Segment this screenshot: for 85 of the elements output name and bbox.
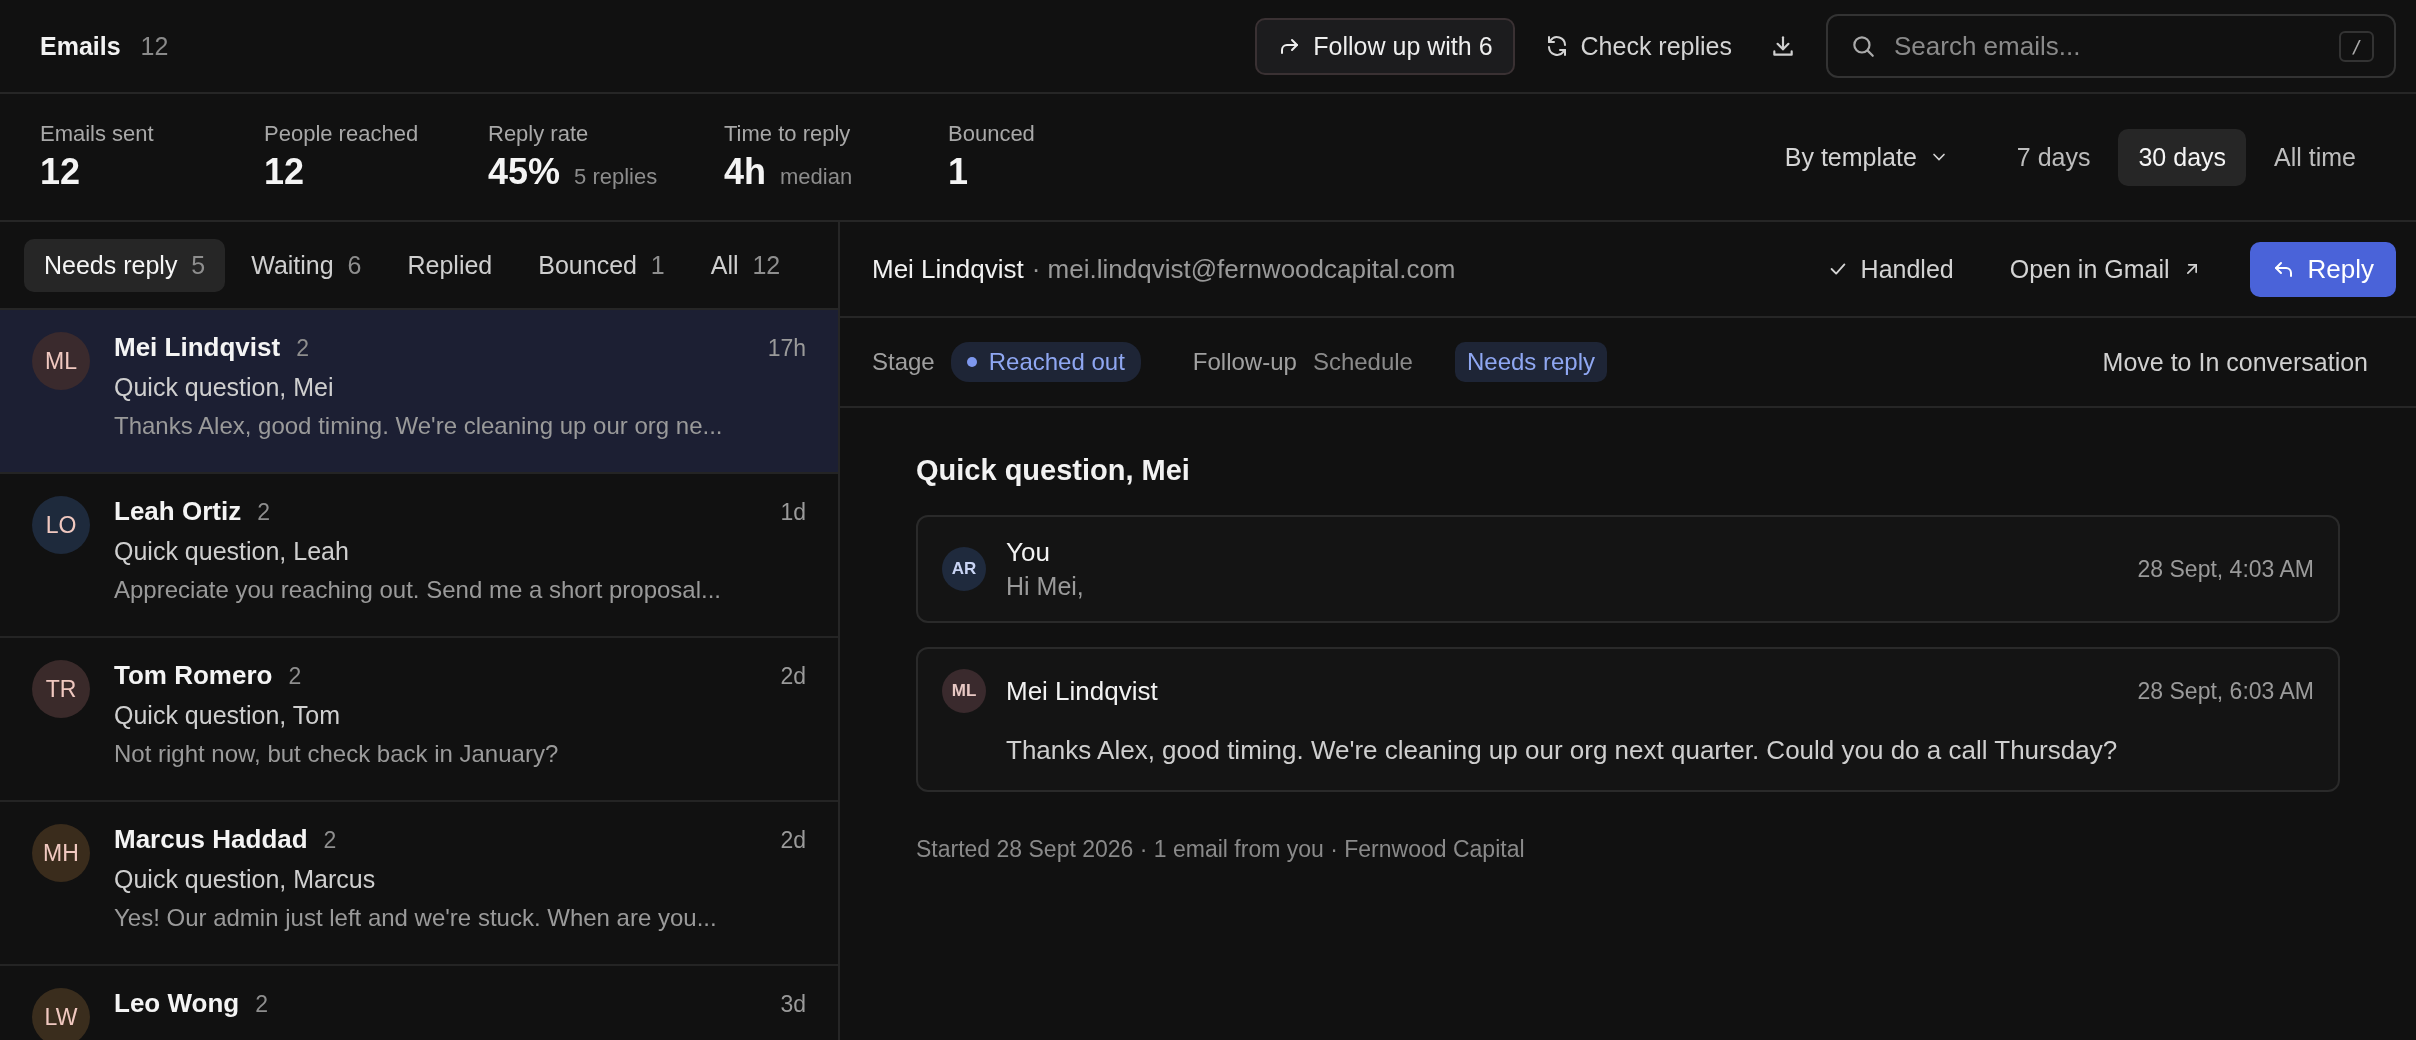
check-replies-button[interactable]: Check replies <box>1536 21 1740 71</box>
message-count: 2 <box>288 663 302 690</box>
shortcut-key: / <box>2339 30 2374 62</box>
message-sender: Mei Lindqvist <box>1006 675 1158 707</box>
filter-tab[interactable]: Replied <box>387 238 513 292</box>
period-tab[interactable]: All time <box>2254 128 2376 186</box>
avatar-initials: ML <box>942 669 986 713</box>
thread-preview: Not right now, but check back in January? <box>114 740 560 768</box>
message-body: Thanks Alex, good timing. We're cleaning up our org next quarter. Could you do a call Thursday? <box>1006 735 2119 766</box>
stat-note: 5 replies <box>574 164 658 190</box>
avatar-initials: MH <box>32 824 90 882</box>
period-tab[interactable]: 7 days <box>1996 128 2111 186</box>
group-by-dropdown[interactable]: By template <box>1776 132 1957 182</box>
search-icon <box>1850 33 1876 59</box>
stat-value: 45% <box>488 151 561 193</box>
handled-button[interactable]: Handled <box>1818 244 1962 294</box>
thread-row[interactable]: LO Leah Ortiz 2 1d Quick question, Leah Appreciate you reaching out. Send me a short proposal... <box>0 474 838 638</box>
thread-time: 2d <box>780 663 806 690</box>
sender-name: Leo Wong <box>114 988 240 1019</box>
thread-preview: Appreciate you reaching out. Send me a short proposal... <box>114 576 723 604</box>
thread-row[interactable]: TR Tom Romero 2 2d Quick question, Tom Not right now, but check back in January? <box>0 638 838 802</box>
stat-value: 12 <box>40 151 81 193</box>
sender-name: Tom Romero <box>114 660 273 691</box>
thread-row[interactable]: ML Mei Lindqvist 2 17h Quick question, Mei Thanks Alex, good timing. We're cleaning up our org ne... <box>0 310 838 474</box>
conversation-summary: Started 28 Sept 2026 · 1 email from you · Fernwood Capital <box>916 836 1526 863</box>
avatar-initials: LO <box>32 496 90 554</box>
period-tab[interactable]: 30 days <box>2118 128 2247 186</box>
sender-name: Mei Lindqvist <box>114 332 281 363</box>
avatar-initials: TR <box>32 660 90 718</box>
thread-preview: Thanks Alex, good timing. We're cleaning up our org ne... <box>114 412 724 440</box>
message-snippet: Hi Mei, <box>1006 572 1084 601</box>
stat-value: 12 <box>264 151 305 193</box>
reply-button[interactable]: Reply <box>2249 241 2396 297</box>
thread-time: 1d <box>780 499 806 526</box>
filter-tab[interactable]: All 12 <box>690 238 801 292</box>
search-input[interactable]: Search emails... <box>1892 29 2324 63</box>
stat-label: Emails sent <box>40 121 155 147</box>
message-card[interactable]: AR You Hi Mei, 28 Sept, 4:03 AM <box>916 515 2340 623</box>
sender-name: Leah Ortiz <box>114 496 242 527</box>
message-count: 2 <box>296 335 309 362</box>
stat-label: Reply rate <box>488 121 590 147</box>
thread-preview: Yes! Our admin just left and we're stuck. When are you... <box>114 904 718 932</box>
follow-up-button[interactable]: Follow up with 6 <box>1255 17 1515 75</box>
move-stage-button[interactable]: Move to In conversation <box>2094 337 2376 387</box>
open-in-gmail-button[interactable]: Open in Gmail <box>2001 244 2210 294</box>
message-time: 28 Sept, 6:03 AM <box>2137 677 2314 705</box>
email-count: 12 <box>140 31 169 61</box>
status-badge: Needs reply <box>1454 342 1607 382</box>
thread-time: 2d <box>780 827 806 854</box>
download-icon <box>1770 33 1796 59</box>
message-sender: You <box>1006 537 1051 568</box>
thread-row[interactable]: MH Marcus Haddad 2 2d Quick question, Marcus Yes! Our admin just left and we're stuck. When are you... <box>0 802 838 966</box>
message-count: 2 <box>323 827 337 854</box>
contact-email: · mei.lindqvist@fernwoodcapital.com <box>1031 253 1456 285</box>
stat-label: People reached <box>264 121 420 147</box>
thread-time: 3d <box>780 991 806 1018</box>
thread-subject: Quick question, Tom <box>114 701 342 730</box>
contact-name: Mei Lindqvist <box>872 253 1024 285</box>
search-field[interactable]: Search emails... / <box>1826 14 2396 78</box>
thread-subject: Quick question, Marcus <box>114 865 377 894</box>
avatar-initials: ML <box>32 332 90 390</box>
message-count: 2 <box>257 499 270 526</box>
stat-label: Bounced <box>948 121 1036 147</box>
filter-tab[interactable]: Bounced 1 <box>518 238 685 292</box>
stat-label: Time to reply <box>724 121 852 147</box>
thread-subject: Quick question, Leah <box>114 537 350 566</box>
sender-name: Marcus Haddad <box>114 824 308 855</box>
stage-label: Stage <box>872 348 935 376</box>
follow-up-label: Follow-up <box>1192 348 1297 376</box>
conversation-subject: Quick question, Mei <box>916 454 1191 487</box>
stat-note: median <box>780 164 853 190</box>
filter-tab[interactable]: Waiting 6 <box>231 238 382 292</box>
thread-subject: Quick question, Mei <box>114 373 335 402</box>
thread-row[interactable]: LW Leo Wong 2 3d <box>0 966 838 1040</box>
stat-value: 4h <box>724 151 766 193</box>
stage-badge: Reached out <box>950 342 1141 382</box>
avatar-initials: AR <box>942 547 986 591</box>
thread-time: 17h <box>767 335 806 362</box>
schedule-link[interactable]: Schedule <box>1312 348 1413 376</box>
message-count: 2 <box>255 991 268 1018</box>
avatar-initials: LW <box>32 988 90 1040</box>
message-time: 28 Sept, 4:03 AM <box>2137 555 2314 583</box>
filter-tab[interactable]: Needs reply 5 <box>24 238 226 292</box>
stat-value: 1 <box>948 151 969 193</box>
page-title: Emails <box>40 31 121 61</box>
